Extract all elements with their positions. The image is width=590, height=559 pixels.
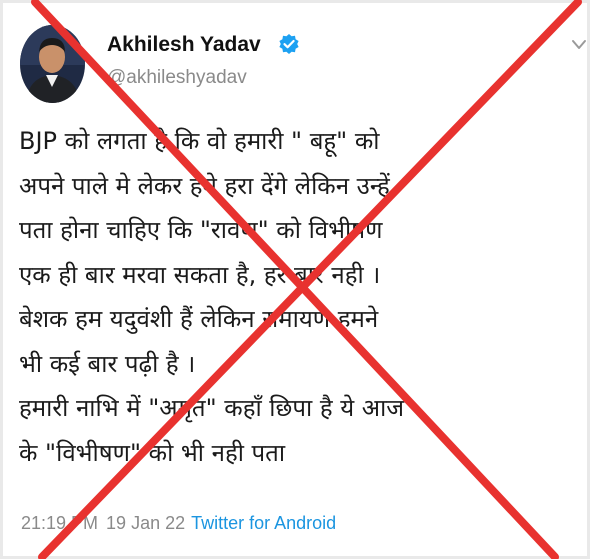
tweet-date[interactable]: 19 Jan 22 — [106, 513, 185, 533]
tweet-text: BJP को लगता है कि वो हमारी " बहू" को अपन… — [19, 119, 584, 475]
author-name[interactable]: Akhilesh Yadav — [107, 33, 261, 57]
tweet-text-line: भी कई बार पढ़ी है । — [19, 349, 196, 378]
tweet-text-line: अपने पाले मे लेकर हमे हरा देंगे लेकिन उन… — [19, 171, 390, 200]
tweet-text-line: बेशक हम यदुवंशी हैं लेकिन रामायण हमने — [19, 305, 379, 333]
verified-badge-icon — [279, 34, 299, 54]
tweet-text-line: हमारी नाभि में "अमृत" कहाँ छिपा है ये आज — [19, 394, 405, 422]
tweet-meta: 21:19 PM 19 Jan 22 Twitter for Android — [21, 513, 336, 534]
author-avatar[interactable] — [20, 25, 85, 103]
tweet-text-line: पता होना चाहिए कि "रावण" को विभीषण — [19, 216, 383, 244]
tweet-source-link[interactable]: Twitter for Android — [191, 513, 336, 533]
tweet-time[interactable]: 21:19 PM — [21, 513, 98, 533]
tweet-text-line: BJP को लगता है कि वो हमारी " बहू" को — [19, 127, 380, 155]
tweet-text-line: के "विभीषण" को भी नही पता — [19, 438, 286, 467]
author-handle[interactable]: @akhileshyadav — [107, 67, 247, 89]
chevron-down-icon[interactable] — [571, 39, 587, 51]
avatar-photo — [20, 25, 85, 103]
tweet-card: Akhilesh Yadav @akhileshyadav BJP को लगत… — [0, 0, 590, 559]
tweet-text-line: एक ही बार मरवा सकता है, हर बार नही । — [19, 260, 381, 289]
